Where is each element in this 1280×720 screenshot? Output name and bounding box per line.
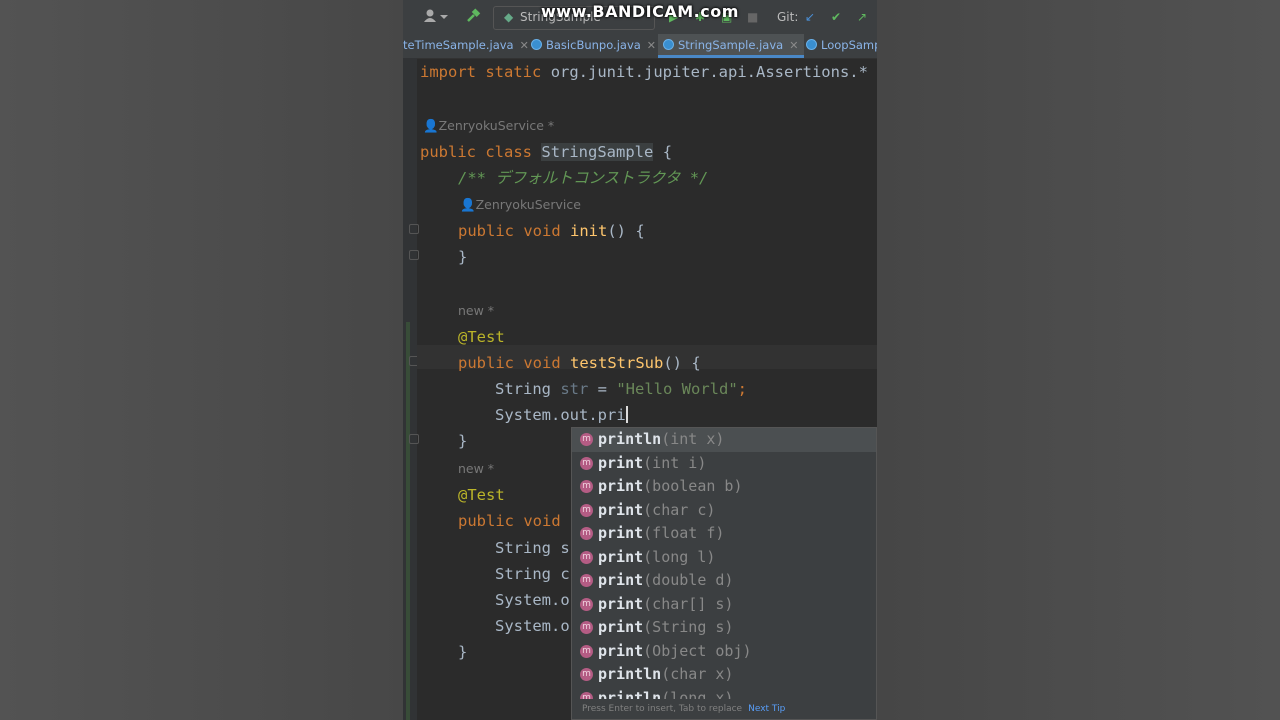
java-class-icon [531, 39, 542, 50]
background-right [877, 0, 1280, 720]
text-caret [625, 406, 628, 423]
code-line-annotation: @Test [458, 486, 505, 504]
completion-item[interactable]: m print(double d) [572, 569, 876, 593]
editor-tabs: teTimeSample.java ✕ BasicBunpo.java ✕ Stri… [403, 34, 877, 59]
code-line-close: } [458, 248, 468, 266]
tab-label: StringSample.java [678, 38, 784, 52]
tab-label: BasicBunpo.java [546, 38, 641, 52]
tab-label: teTimeSample.java [403, 38, 514, 52]
method-icon: m [580, 621, 593, 634]
close-icon[interactable]: ✕ [520, 39, 529, 52]
code-line-class: public class StringSample { [420, 143, 673, 161]
completion-footer: Press Enter to insert, Tab to replace Nex… [572, 699, 876, 719]
completion-label: println(char x) [598, 665, 734, 683]
java-class-icon [663, 39, 674, 50]
method-icon: m [580, 597, 593, 611]
code-line: System.o [495, 591, 570, 609]
new-hint[interactable]: new * [458, 301, 494, 321]
completion-item[interactable]: m print(boolean b) [572, 475, 876, 499]
completion-label: print(float f) [598, 524, 725, 542]
author-hint[interactable]: 👤ZenryokuService * [423, 116, 554, 136]
completion-label: print(String s) [598, 618, 734, 636]
run-config-icon: ◆ [504, 10, 514, 24]
completion-label: print(double d) [598, 571, 734, 589]
completion-item[interactable]: m print(long l) [572, 546, 876, 570]
code-line-string-decl: String str = "Hello World"; [495, 380, 748, 398]
code-completion-popup: m println(int x) m print(int i) m print(boole… [571, 427, 877, 720]
method-icon: m [580, 456, 593, 470]
completion-label: println(int x) [598, 430, 725, 448]
completion-item[interactable]: m print(char c) [572, 499, 876, 523]
new-hint[interactable]: new * [458, 459, 494, 479]
tab-stringsample[interactable]: StringSample.java ✕ [658, 34, 804, 58]
method-icon: m [580, 668, 593, 681]
tab-label: LoopSamp [821, 38, 877, 52]
code-line: String c [495, 565, 570, 583]
method-icon: m [580, 644, 593, 658]
build-hammer-icon[interactable] [465, 8, 481, 26]
completion-label: print(Object obj) [598, 641, 752, 660]
tab-basicbunpo[interactable]: BasicBunpo.java ✕ [531, 34, 656, 58]
code-line-init: public void init() { [458, 222, 645, 240]
completion-item[interactable]: m print(float f) [572, 522, 876, 546]
user-icon[interactable] [423, 8, 449, 26]
person-icon: 👤 [423, 118, 439, 133]
method-icon: m [580, 433, 593, 446]
close-icon[interactable]: ✕ [647, 39, 656, 52]
code-line: String s [495, 539, 570, 557]
git-commit-icon[interactable]: ✔ [831, 8, 841, 26]
completion-item[interactable]: m println(char x) [572, 663, 876, 687]
completion-label: print(char c) [598, 500, 716, 519]
git-push-icon[interactable]: ↗ [857, 8, 867, 26]
git-label: Git: [777, 10, 799, 24]
close-icon[interactable]: ✕ [789, 39, 798, 52]
next-tip-link[interactable]: Next Tip [748, 704, 785, 714]
completion-item[interactable]: m print(String s) [572, 616, 876, 640]
completion-label: print(long l) [598, 547, 716, 566]
code-line-import: import static org.junit.jupiter.api.Asse… [420, 63, 868, 81]
toolbar: ◆ StringSample ▶ ✱ ▣ ■ Git: ↙ ✔ ↗ www.BA… [403, 0, 877, 35]
code-line-method: public void testStrSub() { [458, 354, 701, 372]
stop-icon[interactable]: ■ [747, 8, 758, 26]
code-line: System.o [495, 617, 570, 635]
code-line-comment: /** デフォルトコンストラクタ */ [458, 169, 709, 187]
completion-label: print(boolean b) [598, 477, 743, 495]
tab-datetimesample[interactable]: teTimeSample.java ✕ [403, 34, 529, 58]
completion-item[interactable]: m print(char[] s) [572, 593, 876, 617]
completion-item[interactable]: m print(int i) [572, 452, 876, 476]
completion-item[interactable]: m print(Object obj) [572, 640, 876, 664]
method-icon: m [580, 574, 593, 587]
method-icon: m [580, 550, 593, 564]
completion-item[interactable]: m println(int x) [572, 428, 876, 452]
background-left [0, 0, 403, 720]
code-line-method: public void [458, 512, 561, 530]
method-icon: m [580, 480, 593, 493]
completion-label: print(char[] s) [598, 594, 734, 613]
method-icon: m [580, 527, 593, 540]
tab-loopsample[interactable]: LoopSamp [806, 34, 877, 58]
code-line-close: } [458, 432, 468, 450]
java-class-icon [806, 39, 817, 50]
recording-watermark: www.BANDICAM.com [541, 2, 739, 21]
method-icon: m [580, 503, 593, 517]
git-update-icon[interactable]: ↙ [805, 8, 815, 26]
code-line-close: } [458, 643, 468, 661]
person-icon: 👤 [460, 197, 476, 212]
code-line-sysout: System.out.pri [495, 406, 628, 424]
code-line-annotation: @Test [458, 328, 505, 346]
completion-label: print(int i) [598, 453, 707, 472]
author-hint[interactable]: 👤ZenryokuService [460, 195, 581, 215]
